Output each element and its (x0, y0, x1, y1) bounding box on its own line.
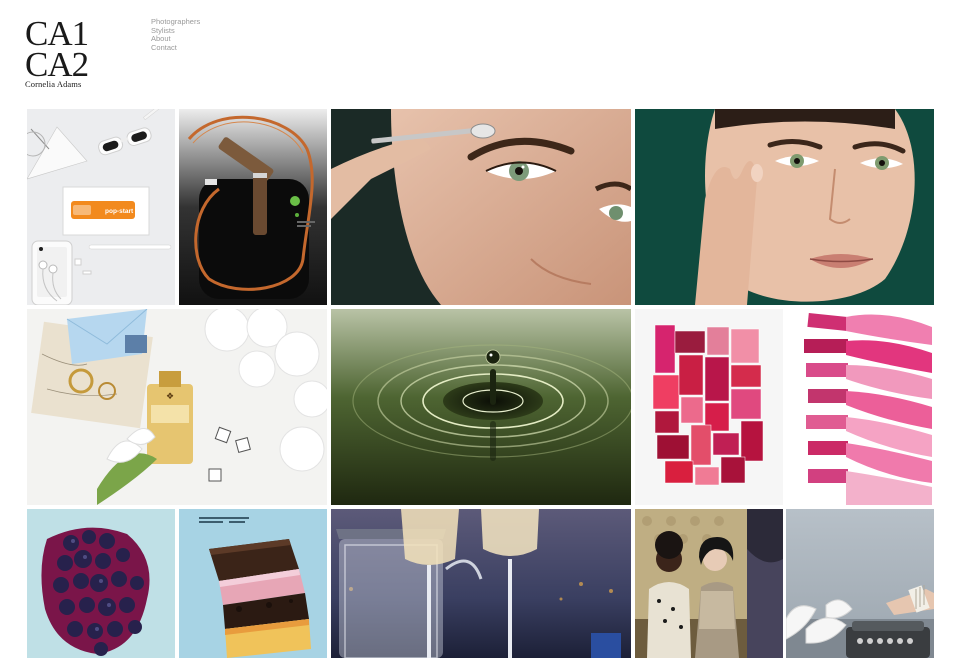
tile-lipstick-blocks[interactable] (635, 309, 783, 505)
layered-cake-image (179, 509, 327, 658)
svg-text:❖: ❖ (166, 391, 174, 401)
tile-typewriter[interactable] (786, 509, 934, 658)
tile-crushed-lipstick[interactable] (786, 309, 934, 505)
tile-champagne-glasses[interactable] (331, 509, 631, 658)
nav-contact[interactable]: Contact (151, 43, 200, 53)
tile-eye-beauty[interactable] (331, 109, 631, 305)
face-beauty-image (635, 109, 934, 305)
main-nav: Photographers Stylists About Contact (151, 17, 200, 53)
crushed-lipstick-image (786, 309, 934, 505)
tile-layered-cake[interactable] (179, 509, 327, 658)
tile-perfume-still-life[interactable]: ❖ (27, 309, 327, 505)
fashion-friends-image (635, 509, 783, 658)
blueberries-image (27, 509, 175, 658)
tile-blueberries[interactable] (27, 509, 175, 658)
tile-jump-rope[interactable] (179, 109, 327, 305)
tile-face-beauty[interactable] (635, 109, 934, 305)
typewriter-image (786, 509, 934, 658)
tile-office-flatlay[interactable]: pop-start (27, 109, 175, 305)
office-flatlay-image: pop-start (27, 109, 175, 305)
tile-water-droplet[interactable] (331, 309, 631, 505)
champagne-glasses-image (331, 509, 631, 658)
lipstick-blocks-image (635, 309, 783, 505)
water-droplet-image (331, 309, 631, 505)
logo[interactable]: CA1 CA2 Cornelia Adams (25, 16, 95, 90)
jump-rope-image (179, 109, 327, 305)
logo-line-2: CA2 (25, 45, 89, 84)
tile-fashion-friends[interactable] (635, 509, 783, 658)
perfume-still-life-image: ❖ (27, 309, 327, 505)
eye-beauty-image (331, 109, 631, 305)
pop-start-label: pop-start (105, 208, 134, 215)
